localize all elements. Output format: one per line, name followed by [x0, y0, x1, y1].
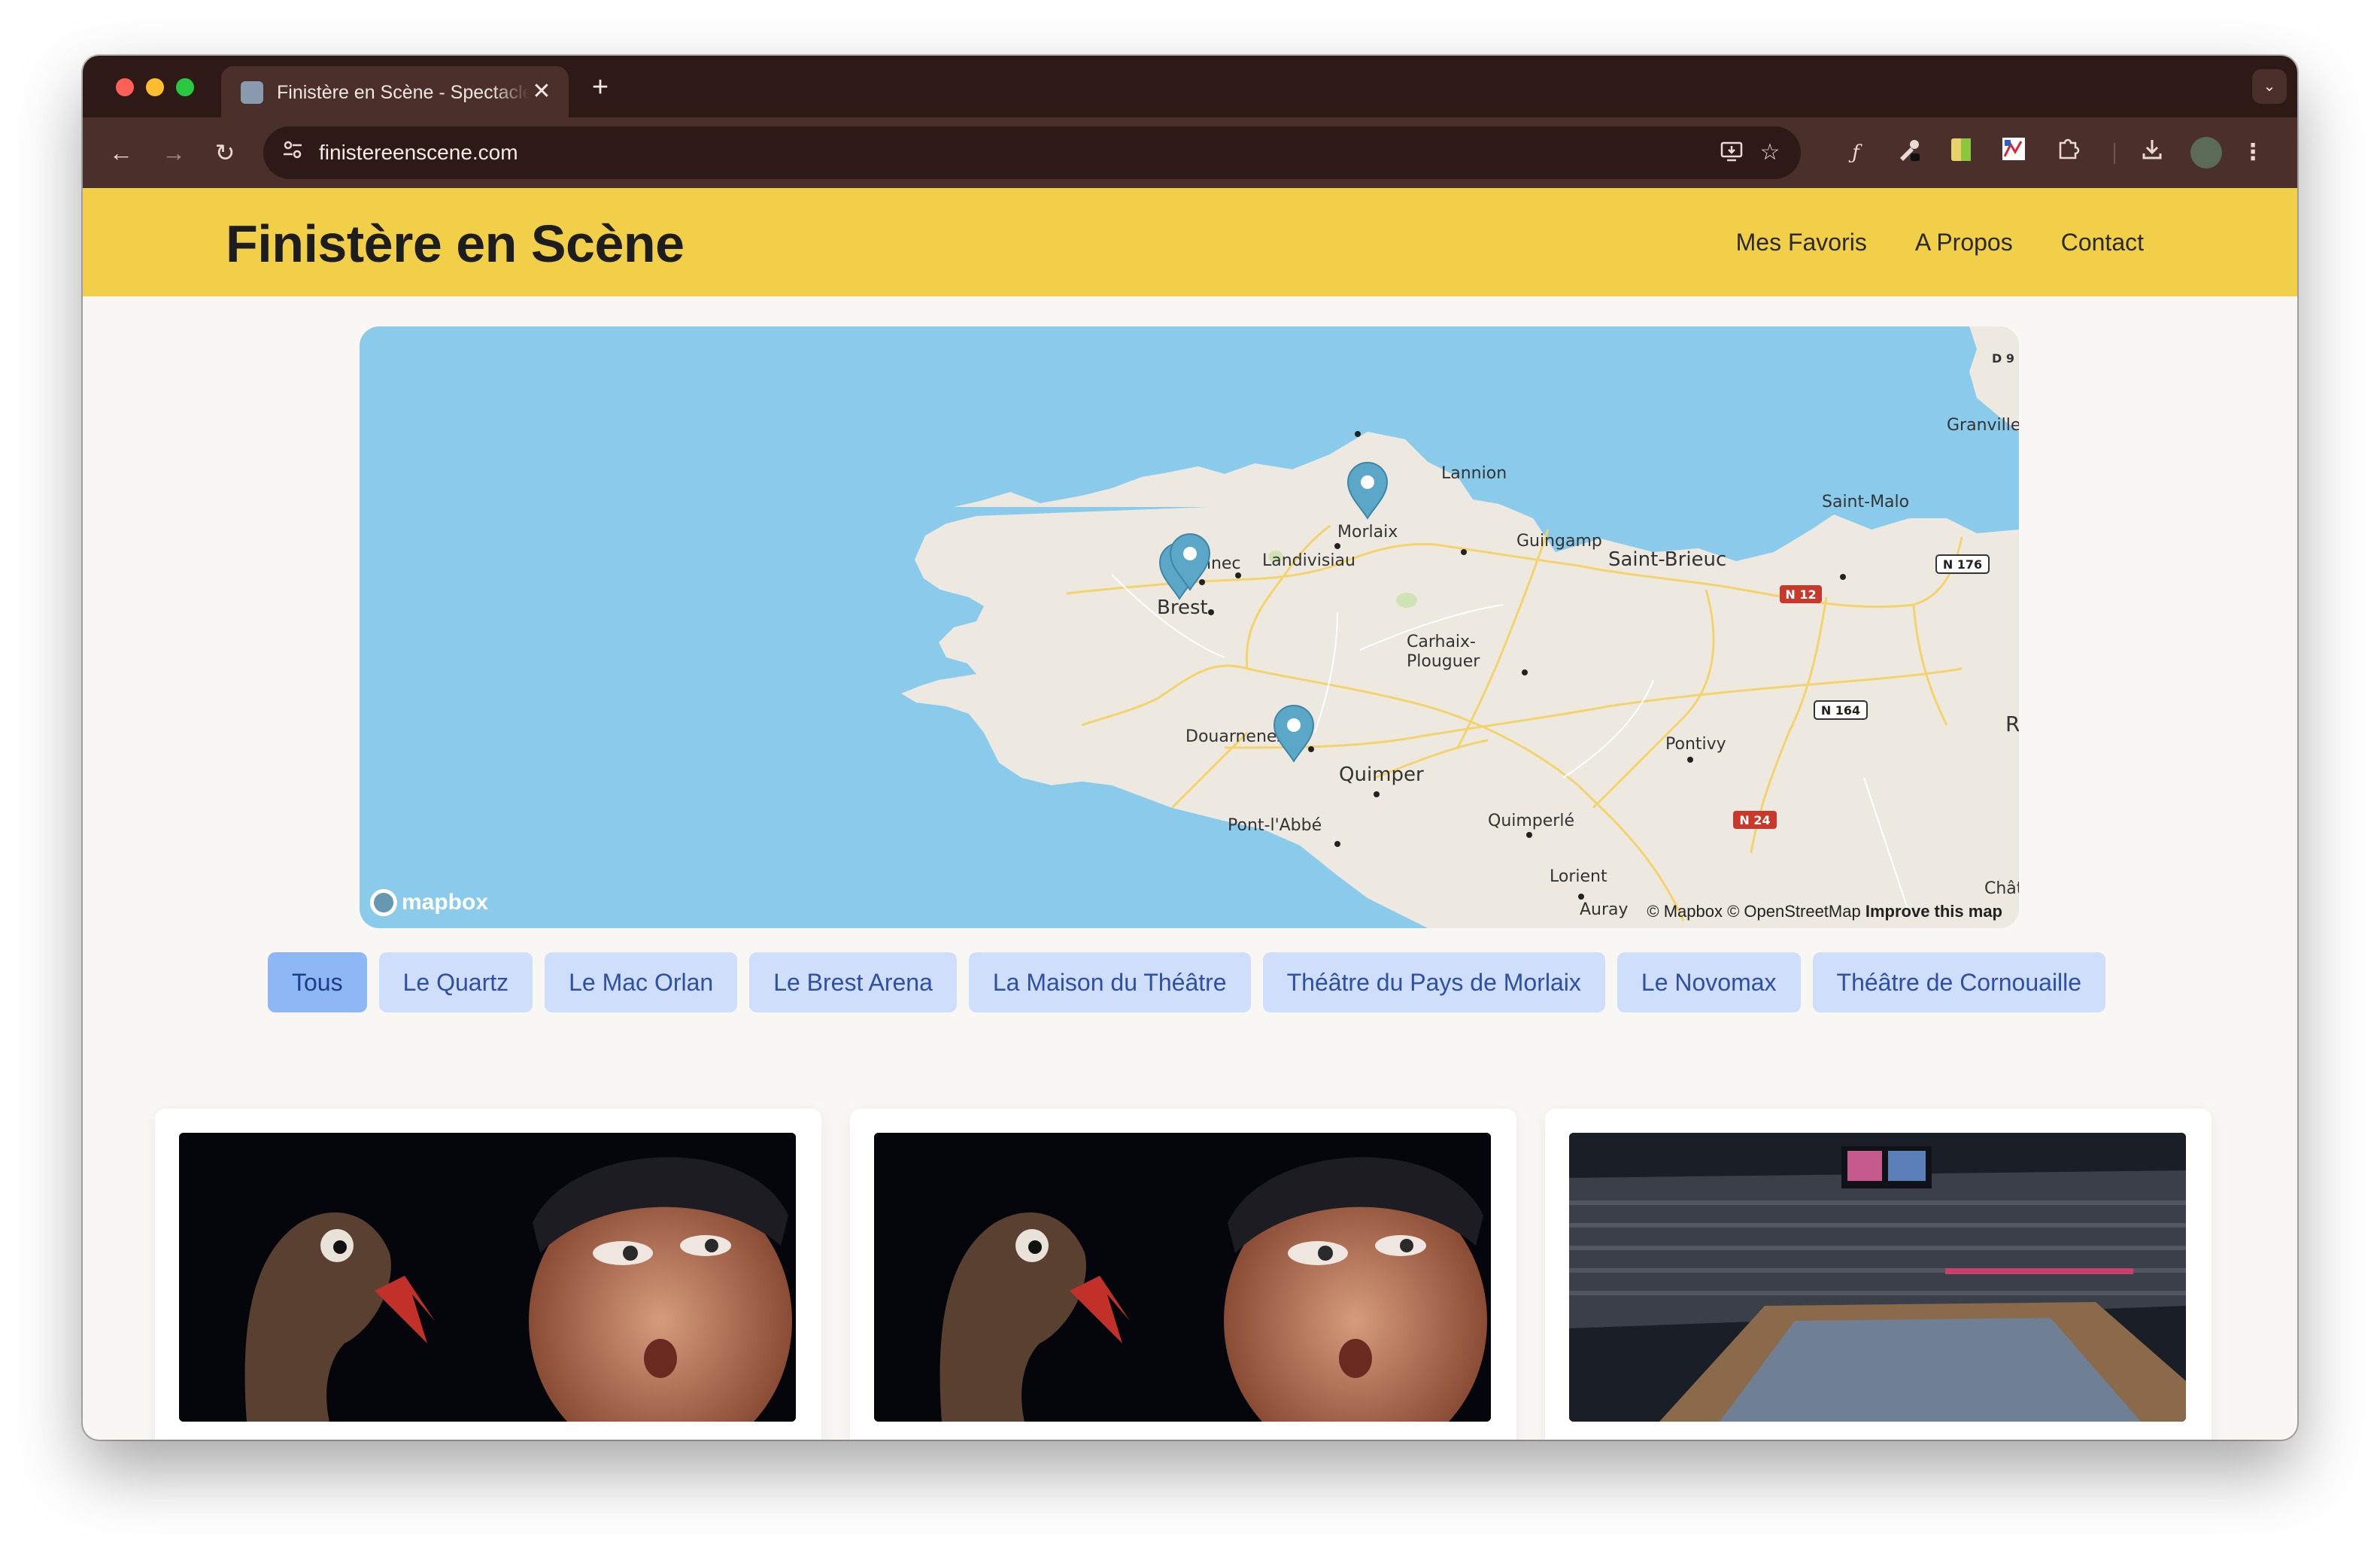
tab-search-button[interactable]: ⌄: [2252, 69, 2287, 104]
label-quimper: Quimper: [1339, 763, 1424, 786]
filter-le-quartz-button[interactable]: Le Quartz: [378, 952, 533, 1012]
mapbox-logo[interactable]: mapbox: [370, 886, 488, 919]
bookmark-star-icon[interactable]: ☆: [1756, 138, 1784, 167]
forest-area: [1396, 593, 1417, 608]
extensions-puzzle-icon[interactable]: [2052, 137, 2084, 168]
download-icon[interactable]: [2136, 137, 2168, 168]
extension-chart-icon[interactable]: [1998, 137, 2029, 168]
road-label-n24: N 24: [1739, 813, 1770, 827]
road-label-n12: N 12: [1785, 587, 1816, 602]
maximize-window-button[interactable]: [176, 78, 194, 96]
label-quimperle: Quimperlé: [1488, 812, 1574, 830]
road-shield-n176: N 176: [1935, 554, 1990, 574]
venue-filter-bar: Tous Le Quartz Le Mac Orlan Le Brest Are…: [268, 952, 2106, 1012]
filter-brest-arena-button[interactable]: Le Brest Arena: [749, 952, 957, 1012]
label-pont-labbe: Pont-l'Abbé: [1228, 816, 1322, 835]
road-shield-n24: N 24: [1733, 811, 1777, 829]
forward-button[interactable]: →: [156, 135, 191, 170]
active-tab[interactable]: Finistère en Scène - Spectacles ✕: [221, 66, 569, 117]
label-granville: Granville: [1947, 416, 2019, 435]
tab-close-icon[interactable]: ✕: [528, 78, 555, 105]
label-plouguer: Plouguer: [1407, 652, 1480, 671]
mapbox-logo-text: mapbox: [402, 890, 489, 915]
install-app-icon[interactable]: [1718, 138, 1747, 167]
filter-theatre-pays-morlaix-button[interactable]: Théâtre du Pays de Morlaix: [1262, 952, 1605, 1012]
extension-fx-icon[interactable]: ƒ: [1840, 137, 1872, 168]
nav-contact-link[interactable]: Contact: [2061, 226, 2144, 259]
label-chateau: Chât: [1984, 879, 2019, 898]
reload-button[interactable]: ↻: [208, 135, 242, 170]
tab-strip: Finistère en Scène - Spectacles ✕ + ⌄: [83, 56, 2297, 117]
site-info-icon[interactable]: [278, 138, 307, 167]
map-canvas: N 12 N 176 N 164 N 24 Lannion Morlaix Gu…: [901, 326, 2019, 928]
address-bar[interactable]: finistereenscene.com ☆: [263, 126, 1801, 179]
back-button[interactable]: ←: [104, 135, 138, 170]
show-card[interactable]: [1545, 1109, 2212, 1440]
filter-maison-du-theatre-button[interactable]: La Maison du Théâtre: [968, 952, 1251, 1012]
map-attribution: © Mapbox © OpenStreetMap Improve this ma…: [1638, 898, 2011, 925]
label-landivisiau: Landivisiau: [1262, 551, 1355, 570]
profile-avatar[interactable]: [2190, 137, 2222, 168]
road-shield-n12: N 12: [1780, 585, 1822, 603]
label-auray: Auray: [1580, 900, 1629, 919]
new-tab-button[interactable]: +: [585, 72, 615, 102]
label-douarnenez: Douarnenez: [1185, 727, 1286, 746]
filter-theatre-cornouaille-button[interactable]: Théâtre de Cornouaille: [1812, 952, 2106, 1012]
filter-le-mac-orlan-button[interactable]: Le Mac Orlan: [545, 952, 738, 1012]
attribution-text[interactable]: © Mapbox © OpenStreetMap: [1647, 902, 1860, 921]
label-rennes: Rennes: [2005, 712, 2019, 736]
extension-sheets-icon[interactable]: [1945, 137, 1977, 168]
island-batz: [1104, 495, 1119, 501]
label-lannion: Lannion: [1441, 464, 1507, 483]
label-carhaix: Carhaix-: [1407, 633, 1476, 651]
road-label-n164: N 164: [1821, 703, 1860, 718]
filter-le-novomax-button[interactable]: Le Novomax: [1617, 952, 1801, 1012]
show-card[interactable]: [850, 1109, 1516, 1440]
improve-map-link[interactable]: Improve this map: [1865, 902, 2002, 921]
filter-all-button[interactable]: Tous: [268, 952, 367, 1012]
browser-window: Finistère en Scène - Spectacles ✕ + ⌄ ← …: [83, 56, 2297, 1440]
extension-eyedropper-icon[interactable]: [1893, 137, 1924, 168]
label-saint-malo: Saint-Malo: [1822, 493, 1909, 511]
label-guingamp: Guingamp: [1516, 532, 1602, 551]
label-d9: D 9: [1992, 351, 2014, 366]
island-ouessant: [1009, 593, 1031, 602]
mapbox-logo-icon: [370, 889, 397, 916]
nav-favorites-link[interactable]: Mes Favoris: [1736, 226, 1867, 259]
label-lorient: Lorient: [1550, 867, 1607, 886]
show-image[interactable]: [874, 1133, 1491, 1422]
toolbar-separator: [2114, 143, 2115, 164]
site-brand[interactable]: Finistère en Scène: [226, 215, 685, 272]
close-window-button[interactable]: [116, 78, 134, 96]
road-label-n176: N 176: [1943, 557, 1982, 572]
browser-toolbar: ← → ↻ finistereenscene.com ☆ ƒ ⋮: [83, 117, 2297, 188]
label-saint-brieuc: Saint-Brieuc: [1608, 548, 1726, 571]
label-pontivy: Pontivy: [1665, 735, 1726, 754]
url-text[interactable]: finistereenscene.com: [319, 140, 518, 165]
site-favicon-icon: [241, 81, 263, 104]
minimize-window-button[interactable]: [146, 78, 164, 96]
label-morlaix: Morlaix: [1337, 523, 1398, 542]
label-brest: Brest: [1157, 596, 1208, 619]
venue-map[interactable]: N 12 N 176 N 164 N 24 Lannion Morlaix Gu…: [360, 326, 2019, 928]
tab-title: Finistère en Scène - Spectacles: [277, 82, 530, 103]
site-header: Finistère en Scène Mes Favoris A Propos …: [83, 188, 2297, 296]
main-nav: Mes Favoris A Propos Contact: [1736, 226, 2144, 259]
road-shield-n164: N 164: [1814, 700, 1868, 720]
show-image[interactable]: [179, 1133, 796, 1422]
show-card[interactable]: [155, 1109, 821, 1440]
browser-menu-icon[interactable]: ⋮: [2237, 137, 2269, 168]
nav-about-link[interactable]: A Propos: [1915, 226, 2013, 259]
show-image[interactable]: [1569, 1133, 2186, 1422]
